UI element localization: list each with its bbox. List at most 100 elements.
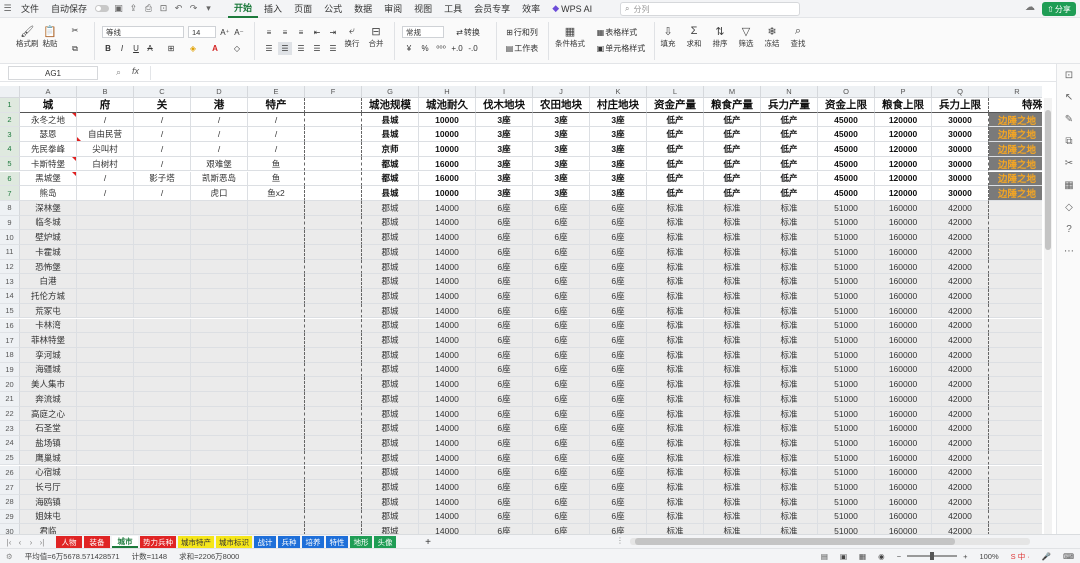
cell-L12[interactable]: 标准 — [647, 259, 704, 275]
cell-J25[interactable]: 6座 — [533, 450, 590, 466]
cell-G28[interactable]: 郡城 — [362, 494, 419, 510]
horizontal-scrollbar[interactable] — [630, 538, 1030, 545]
cell-Q26[interactable]: 42000 — [932, 465, 989, 481]
column-header-A[interactable]: A — [20, 86, 77, 98]
cell-M10[interactable]: 标准 — [704, 230, 761, 245]
row-header[interactable]: 11 — [0, 245, 20, 260]
cell-J29[interactable]: 6座 — [533, 509, 590, 525]
cell-P1[interactable]: 粮食上限 — [875, 98, 932, 113]
row-header[interactable]: 8 — [0, 200, 20, 216]
cell-R18[interactable] — [989, 347, 1042, 363]
prev-sheet-icon[interactable]: ‹ — [15, 536, 25, 548]
cell-R13[interactable] — [989, 274, 1042, 290]
cell-N10[interactable]: 标准 — [761, 230, 818, 245]
cell-L19[interactable]: 标准 — [647, 362, 704, 378]
cell-J3[interactable]: 3座 — [533, 127, 590, 143]
cell-F21[interactable] — [305, 392, 362, 407]
cell-D8[interactable] — [191, 200, 248, 216]
sheet-tab-12[interactable]: 头像 — [374, 536, 396, 548]
cell-A9[interactable]: 临冬城 — [20, 215, 77, 231]
cell-Q27[interactable]: 42000 — [932, 480, 989, 495]
cell-B17[interactable] — [77, 333, 134, 348]
cell-N11[interactable]: 标准 — [761, 245, 818, 260]
cell-D7[interactable]: 虎口 — [191, 186, 248, 201]
cell-Q2[interactable]: 30000 — [932, 112, 989, 128]
row-col-button[interactable]: ⊞ 行和列 — [500, 26, 544, 39]
zoom-formula-icon[interactable]: ⌕ — [116, 67, 121, 78]
row-header[interactable]: 23 — [0, 421, 20, 437]
column-header-H[interactable]: H — [419, 86, 476, 98]
cell-M19[interactable]: 标准 — [704, 362, 761, 378]
preview-icon[interactable]: ⊡ — [156, 0, 171, 18]
italic-icon[interactable]: I — [116, 42, 128, 55]
row-header[interactable]: 29 — [0, 509, 20, 525]
cell-N12[interactable]: 标准 — [761, 259, 818, 275]
row-header[interactable]: 3 — [0, 127, 20, 143]
cell-P24[interactable]: 160000 — [875, 436, 932, 451]
fill-button[interactable]: ⇩ 填充 — [660, 24, 676, 49]
cell-L23[interactable]: 标准 — [647, 421, 704, 437]
cloud-icon[interactable]: ☁ — [1025, 2, 1035, 13]
tab-data[interactable]: 数据 — [348, 0, 378, 18]
cell-B21[interactable] — [77, 392, 134, 407]
cell-N27[interactable]: 标准 — [761, 480, 818, 495]
cell-R5[interactable]: 边陲之地 — [989, 156, 1042, 172]
column-header-J[interactable]: J — [533, 86, 590, 98]
row-header[interactable]: 21 — [0, 392, 20, 407]
tab-wps-ai[interactable]: ◆ WPS AI — [546, 0, 598, 18]
cell-N26[interactable]: 标准 — [761, 465, 818, 481]
cell-A23[interactable]: 石圣堂 — [20, 421, 77, 437]
cell-G3[interactable]: 县城 — [362, 127, 419, 143]
cell-R24[interactable] — [989, 436, 1042, 451]
cell-L22[interactable]: 标准 — [647, 406, 704, 422]
row-header[interactable]: 22 — [0, 406, 20, 422]
cell-A15[interactable]: 荒冢屯 — [20, 303, 77, 319]
cell-M29[interactable]: 标准 — [704, 509, 761, 525]
cell-O16[interactable]: 51000 — [818, 318, 875, 334]
cell-K11[interactable]: 6座 — [590, 245, 647, 260]
sheet-tab-5[interactable]: 城市特产 — [178, 536, 214, 548]
sheet-tab-1[interactable]: 人物 — [56, 536, 82, 548]
cell-M15[interactable]: 标准 — [704, 303, 761, 319]
distribute-icon[interactable]: ☰ — [326, 42, 340, 55]
cell-K1[interactable]: 村庄地块 — [590, 98, 647, 113]
cell-N4[interactable]: 低产 — [761, 142, 818, 157]
cell-Q15[interactable]: 42000 — [932, 303, 989, 319]
cell-H29[interactable]: 14000 — [419, 509, 476, 525]
cell-P6[interactable]: 120000 — [875, 171, 932, 187]
cell-P2[interactable]: 120000 — [875, 112, 932, 128]
cell-R9[interactable] — [989, 215, 1042, 231]
cell-J6[interactable]: 3座 — [533, 171, 590, 187]
zoom-slider-knob[interactable] — [930, 552, 935, 560]
cell-Q1[interactable]: 兵力上限 — [932, 98, 989, 113]
cell-I8[interactable]: 6座 — [476, 200, 533, 216]
cell-R6[interactable]: 边陲之地 — [989, 171, 1042, 187]
cell-O28[interactable]: 51000 — [818, 494, 875, 510]
cell-C17[interactable] — [134, 333, 191, 348]
cell-M24[interactable]: 标准 — [704, 436, 761, 451]
cell-F19[interactable] — [305, 362, 362, 378]
cell-P26[interactable]: 160000 — [875, 465, 932, 481]
cell-I26[interactable]: 6座 — [476, 465, 533, 481]
cell-K22[interactable]: 6座 — [590, 406, 647, 422]
cell-E28[interactable] — [248, 494, 305, 510]
cell-R19[interactable] — [989, 362, 1042, 378]
cell-E20[interactable] — [248, 377, 305, 392]
cell-D16[interactable] — [191, 318, 248, 334]
cell-B3[interactable]: 自由民营 — [77, 127, 134, 143]
cell-J24[interactable]: 6座 — [533, 436, 590, 451]
cell-O29[interactable]: 51000 — [818, 509, 875, 525]
cell-I15[interactable]: 6座 — [476, 303, 533, 319]
cell-B28[interactable] — [77, 494, 134, 510]
redo-icon[interactable]: ↷ — [186, 0, 201, 18]
cell-F20[interactable] — [305, 377, 362, 392]
cell-Q3[interactable]: 30000 — [932, 127, 989, 143]
cell-O5[interactable]: 45000 — [818, 156, 875, 172]
cell-H24[interactable]: 14000 — [419, 436, 476, 451]
cell-A16[interactable]: 卡林湾 — [20, 318, 77, 334]
sheet-tab-4[interactable]: 势力兵种 — [140, 536, 176, 548]
row-header[interactable]: 4 — [0, 142, 20, 157]
cell-P15[interactable]: 160000 — [875, 303, 932, 319]
cell-A27[interactable]: 长弓厅 — [20, 480, 77, 495]
cell-I5[interactable]: 3座 — [476, 156, 533, 172]
